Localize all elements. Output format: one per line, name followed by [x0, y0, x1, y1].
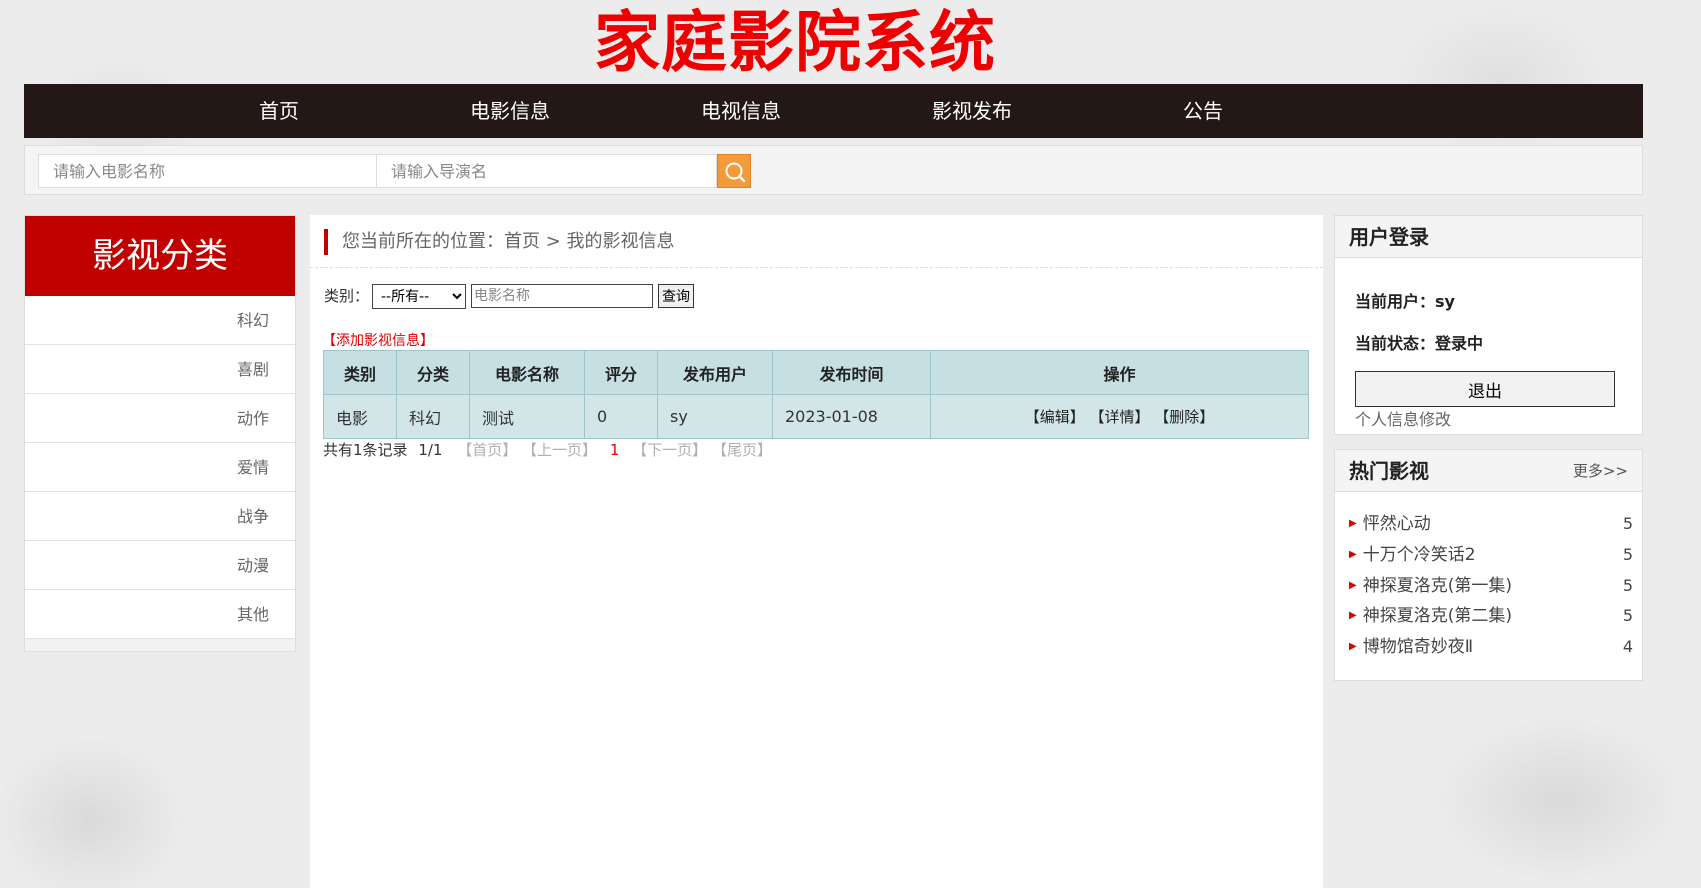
arrow-icon: ▶ [1349, 580, 1357, 591]
hot-item-name: 十万个冷笑话2 [1362, 545, 1476, 565]
col-header-score: 评分 [584, 350, 658, 395]
login-panel: 用户登录 当前用户：sy 当前状态：登录中 退出 个人信息修改 [1334, 215, 1643, 435]
category-item-war[interactable]: 战争 [25, 492, 295, 541]
nav-publish[interactable]: 影视发布 [902, 84, 1042, 138]
category-item-romance[interactable]: 爱情 [25, 443, 295, 492]
hot-item-score: 5 [1622, 606, 1633, 625]
cell-type: 电影 [323, 394, 397, 439]
category-item-action[interactable]: 动作 [25, 394, 295, 443]
pager-current[interactable]: 1 [610, 441, 620, 459]
pager-prev[interactable]: 【上一页】 [522, 441, 597, 459]
filter-label: 类别： [324, 287, 370, 305]
delete-link[interactable]: 【删除】 [1154, 408, 1214, 426]
current-status: 当前状态：登录中 [1355, 334, 1484, 353]
add-movie-link[interactable]: 【添加影视信息】 [322, 330, 434, 350]
category-filter-select[interactable]: --所有-- [372, 284, 466, 309]
arrow-icon: ▶ [1349, 518, 1357, 529]
more-link[interactable]: 更多>> [1573, 450, 1628, 492]
hot-item[interactable]: ▶ 博物馆奇妙夜Ⅱ 4 [1349, 635, 1633, 659]
hot-item-name: 博物馆奇妙夜Ⅱ [1362, 637, 1474, 657]
hot-item[interactable]: ▶ 怦然心动 5 [1349, 512, 1633, 536]
main-navbar: 首页 电影信息 电视信息 影视发布 公告 [24, 84, 1643, 138]
hot-item-score: 5 [1622, 514, 1633, 533]
cell-user: sy [657, 394, 773, 439]
arrow-icon: ▶ [1349, 549, 1357, 560]
pager-last[interactable]: 【尾页】 [712, 441, 772, 459]
main-content: 您当前所在的位置：首页 > 我的影视信息 类别： --所有-- 查询 【添加影视… [310, 215, 1323, 888]
category-item-scifi[interactable]: 科幻 [25, 296, 295, 345]
nav-movie-info[interactable]: 电影信息 [440, 84, 580, 138]
movie-name-filter-input[interactable] [471, 284, 653, 308]
hot-item-name: 神探夏洛克(第二集) [1362, 606, 1512, 626]
search-bar [24, 145, 1643, 195]
breadcrumb: 您当前所在的位置：首页 > 我的影视信息 [324, 229, 675, 255]
col-header-type: 类别 [323, 350, 397, 395]
hot-item[interactable]: ▶ 十万个冷笑话2 5 [1349, 543, 1633, 567]
nav-home[interactable]: 首页 [209, 84, 349, 138]
current-user: 当前用户：sy [1355, 292, 1455, 311]
hot-item-name: 怦然心动 [1362, 514, 1431, 534]
hot-item-score: 4 [1622, 637, 1633, 656]
category-item-other[interactable]: 其他 [25, 590, 295, 639]
cell-category: 科幻 [396, 394, 470, 439]
table-header-row: 类别 分类 电影名称 评分 发布用户 发布时间 操作 [323, 350, 1309, 395]
pager: 共有1条记录 1/1 【首页】 【上一页】 1 【下一页】 【尾页】 [323, 440, 772, 460]
hot-item-name: 神探夏洛克(第一集) [1362, 576, 1512, 596]
query-button[interactable]: 查询 [658, 284, 694, 308]
category-item-comedy[interactable]: 喜剧 [25, 345, 295, 394]
pager-first[interactable]: 【首页】 [457, 441, 517, 459]
category-sidebar-title: 影视分类 [25, 216, 295, 296]
col-header-time: 发布时间 [772, 350, 931, 395]
search-icon [725, 162, 746, 183]
category-item-anime[interactable]: 动漫 [25, 541, 295, 590]
detail-link[interactable]: 【详情】 [1089, 408, 1149, 426]
col-header-name: 电影名称 [469, 350, 585, 395]
hot-item[interactable]: ▶ 神探夏洛克(第一集) 5 [1349, 574, 1633, 598]
hot-movies-title: 热门影视 更多>> [1335, 450, 1642, 492]
hot-item[interactable]: ▶ 神探夏洛克(第二集) 5 [1349, 604, 1633, 628]
table-row: 电影 科幻 测试 0 sy 2023-01-08 【编辑】 【详情】 【删除】 [323, 394, 1309, 439]
pager-next[interactable]: 【下一页】 [632, 441, 707, 459]
hot-movies-title-text: 热门影视 [1349, 459, 1429, 483]
col-header-category: 分类 [396, 350, 470, 395]
col-header-user: 发布用户 [657, 350, 773, 395]
hot-item-score: 5 [1622, 576, 1633, 595]
edit-link[interactable]: 【编辑】 [1025, 408, 1085, 426]
category-sidebar: 影视分类 科幻 喜剧 动作 爱情 战争 动漫 其他 [24, 215, 296, 652]
login-panel-title: 用户登录 [1335, 216, 1642, 258]
profile-edit-link[interactable]: 个人信息修改 [1355, 406, 1451, 430]
pager-pages: 1/1 [418, 441, 443, 459]
search-button[interactable] [717, 154, 751, 188]
arrow-icon: ▶ [1349, 610, 1357, 621]
hot-movies-panel: 热门影视 更多>> ▶ 怦然心动 5 ▶ 十万个冷笑话2 5 ▶ 神探夏洛克(第一集)… [1334, 449, 1643, 681]
site-title: 家庭影院系统 [594, 4, 996, 81]
cell-name: 测试 [469, 394, 585, 439]
breadcrumb-divider [310, 267, 1323, 268]
nav-notice[interactable]: 公告 [1133, 84, 1273, 138]
director-search-input[interactable] [376, 154, 717, 188]
logout-button[interactable]: 退出 [1355, 371, 1615, 407]
movie-table: 类别 分类 电影名称 评分 发布用户 发布时间 操作 电影 科幻 测试 0 sy… [323, 350, 1309, 439]
cell-score: 0 [584, 394, 658, 439]
pager-summary: 共有1条记录 [323, 441, 408, 459]
movie-name-search-input[interactable] [38, 154, 377, 188]
nav-tv-info[interactable]: 电视信息 [671, 84, 811, 138]
arrow-icon: ▶ [1349, 641, 1357, 652]
cell-ops: 【编辑】 【详情】 【删除】 [930, 394, 1309, 439]
hot-item-score: 5 [1622, 545, 1633, 564]
col-header-ops: 操作 [930, 350, 1309, 395]
cell-time: 2023-01-08 [772, 394, 931, 439]
